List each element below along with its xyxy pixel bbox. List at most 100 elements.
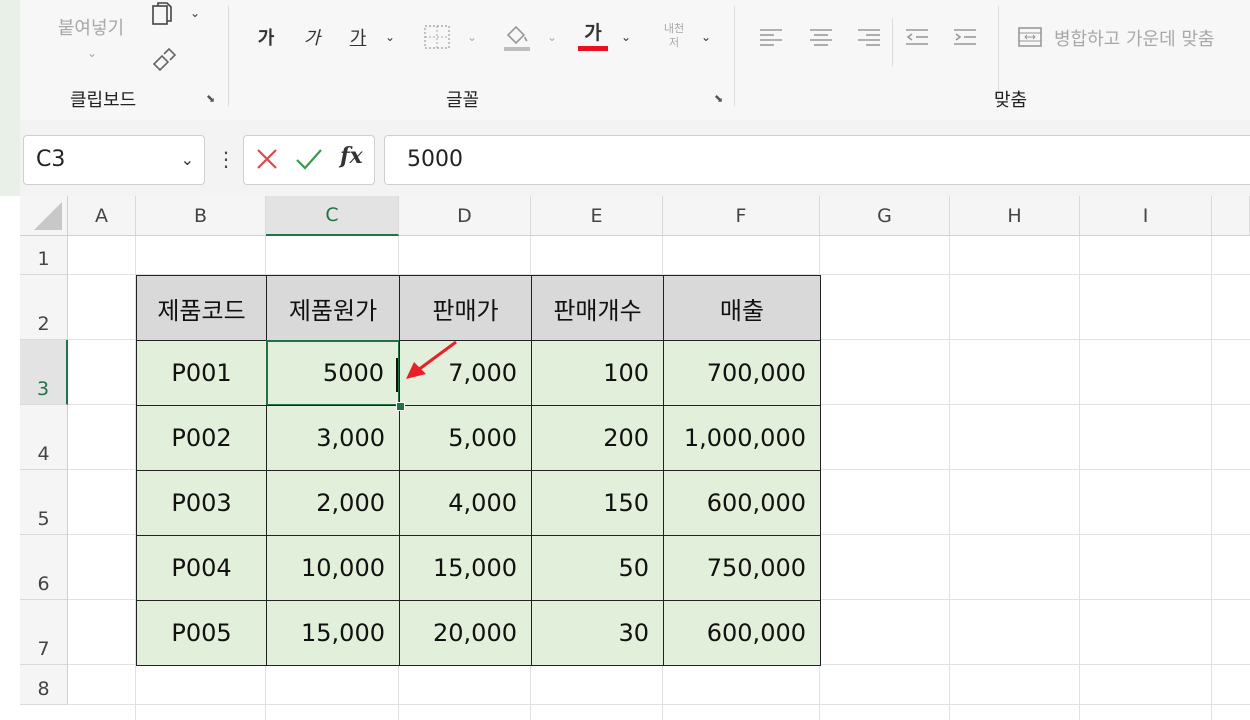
- gridline-vertical: [949, 236, 950, 720]
- table-cell[interactable]: P003: [136, 470, 267, 536]
- table-cell[interactable]: 20,000: [399, 600, 532, 666]
- fill-handle[interactable]: [396, 402, 405, 411]
- table-cell[interactable]: 10,000: [266, 535, 400, 601]
- wrap-text-button[interactable]: 내천 저: [654, 16, 694, 56]
- table-cell[interactable]: 5,000: [399, 405, 532, 471]
- table-cell[interactable]: 100: [531, 340, 664, 406]
- paste-dropdown-icon[interactable]: ⌄: [80, 44, 104, 62]
- gridline-horizontal: [68, 704, 1250, 705]
- table-cell[interactable]: 200: [531, 405, 664, 471]
- bold-button[interactable]: 가: [252, 22, 280, 52]
- row-header-1[interactable]: 1: [20, 236, 68, 275]
- table-cell[interactable]: 3,000: [266, 405, 400, 471]
- table-cell[interactable]: 600,000: [663, 600, 821, 666]
- table-header-cell[interactable]: 판매개수: [531, 275, 664, 341]
- worksheet-grid[interactable]: ABCDEFGHI 12345678 제품코드 제품원가 판매가 판매개수 매출 P001…: [0, 196, 1250, 720]
- decrease-indent-icon[interactable]: [902, 24, 932, 50]
- table-cell[interactable]: 15,000: [399, 535, 532, 601]
- row-header-2[interactable]: 2: [20, 275, 68, 340]
- paste-button[interactable]: 붙여넣기: [46, 12, 136, 42]
- font-launcher-icon[interactable]: ⬊: [714, 92, 723, 105]
- copy-icon[interactable]: [146, 0, 178, 28]
- formula-actions: fx: [243, 135, 375, 185]
- select-all-corner[interactable]: [20, 196, 68, 236]
- name-box[interactable]: C3 ⌄: [23, 135, 205, 185]
- table-cell[interactable]: 1,000,000: [663, 405, 821, 471]
- column-header-g[interactable]: G: [820, 196, 950, 236]
- column-header-i[interactable]: I: [1080, 196, 1212, 236]
- table-cell[interactable]: 2,000: [266, 470, 400, 536]
- clipboard-group-label: 클립보드: [70, 90, 137, 111]
- cancel-icon[interactable]: [254, 146, 280, 172]
- table-cell[interactable]: 30: [531, 600, 664, 666]
- red-arrow-annotation: [406, 340, 457, 379]
- font-color-bar: [578, 45, 608, 51]
- ribbon: 붙여넣기 ⌄ ⌄ 클립보드 ⬊ 가 가 가 ⌄ ⌄ ⌄ 가 ⌄ 내천 저 ⌄ 글…: [20, 0, 1250, 121]
- fill-color-dropdown-icon[interactable]: ⌄: [544, 28, 560, 46]
- wrap-text-dropdown-icon[interactable]: ⌄: [698, 28, 714, 46]
- group-divider: [228, 6, 229, 106]
- table-cell[interactable]: 150: [531, 470, 664, 536]
- merge-center-button[interactable]: 병합하고 가운데 맞춤: [1054, 24, 1250, 52]
- insert-function-icon[interactable]: fx: [340, 143, 370, 175]
- more-options-icon[interactable]: ⋮: [216, 146, 236, 172]
- formula-input[interactable]: 5000: [384, 135, 1250, 185]
- borders-icon[interactable]: [420, 22, 454, 52]
- underline-button[interactable]: 가: [344, 22, 372, 52]
- table-header-cell[interactable]: 제품코드: [136, 275, 267, 341]
- increase-indent-icon[interactable]: [950, 24, 980, 50]
- group-divider: [734, 6, 735, 106]
- fill-color-icon[interactable]: [500, 20, 534, 54]
- excel-window: 붙여넣기 ⌄ ⌄ 클립보드 ⬊ 가 가 가 ⌄ ⌄ ⌄ 가 ⌄ 내천 저 ⌄ 글…: [0, 0, 1250, 720]
- name-box-value: C3: [36, 147, 66, 172]
- merge-center-icon[interactable]: [1016, 24, 1044, 50]
- group-divider: [892, 18, 893, 66]
- copy-dropdown-icon[interactable]: ⌄: [186, 4, 204, 22]
- font-color-button[interactable]: 가: [576, 18, 610, 54]
- column-header-h[interactable]: H: [950, 196, 1080, 236]
- formula-value: 5000: [407, 147, 463, 172]
- font-group-label: 글꼴: [446, 90, 480, 111]
- table-cell[interactable]: 50: [531, 535, 664, 601]
- borders-dropdown-icon[interactable]: ⌄: [464, 28, 480, 46]
- row-header-8[interactable]: 8: [20, 665, 68, 705]
- column-header-d[interactable]: D: [399, 196, 531, 236]
- row-header-3[interactable]: 3: [20, 340, 68, 405]
- table-cell[interactable]: 750,000: [663, 535, 821, 601]
- italic-button[interactable]: 가: [298, 22, 326, 52]
- font-color-dropdown-icon[interactable]: ⌄: [618, 28, 634, 46]
- underline-dropdown-icon[interactable]: ⌄: [382, 28, 398, 46]
- table-cell[interactable]: P002: [136, 405, 267, 471]
- font-color-glyph: 가: [584, 21, 602, 44]
- row-header-5[interactable]: 5: [20, 470, 68, 535]
- enter-check-icon[interactable]: [294, 146, 324, 172]
- alignment-group-label: 맞춤: [994, 90, 1028, 111]
- format-painter-icon[interactable]: [148, 44, 180, 74]
- table-cell[interactable]: 4,000: [399, 470, 532, 536]
- chevron-down-icon[interactable]: ⌄: [181, 150, 194, 169]
- table-header-cell[interactable]: 제품원가: [266, 275, 400, 341]
- active-cell[interactable]: 5000: [266, 340, 400, 406]
- align-right-icon[interactable]: [854, 24, 884, 50]
- table-cell[interactable]: 15,000: [266, 600, 400, 666]
- row-header-7[interactable]: 7: [20, 600, 68, 665]
- column-header-c[interactable]: C: [266, 196, 399, 236]
- align-center-icon[interactable]: [806, 24, 836, 50]
- gridline-vertical: [1211, 236, 1212, 720]
- clipboard-launcher-icon[interactable]: ⬊: [206, 92, 215, 105]
- table-header-cell[interactable]: 판매가: [399, 275, 532, 341]
- column-header-f[interactable]: F: [663, 196, 820, 236]
- table-cell[interactable]: P005: [136, 600, 267, 666]
- column-header-b[interactable]: B: [136, 196, 266, 236]
- table-cell[interactable]: 600,000: [663, 470, 821, 536]
- column-header-a[interactable]: A: [68, 196, 136, 236]
- table-cell[interactable]: P001: [136, 340, 267, 406]
- row-header-6[interactable]: 6: [20, 535, 68, 600]
- column-header-next[interactable]: [1212, 196, 1250, 236]
- table-cell[interactable]: P004: [136, 535, 267, 601]
- column-header-e[interactable]: E: [531, 196, 663, 236]
- table-header-cell[interactable]: 매출: [663, 275, 821, 341]
- row-header-4[interactable]: 4: [20, 405, 68, 470]
- align-left-icon[interactable]: [756, 24, 786, 50]
- table-cell[interactable]: 700,000: [663, 340, 821, 406]
